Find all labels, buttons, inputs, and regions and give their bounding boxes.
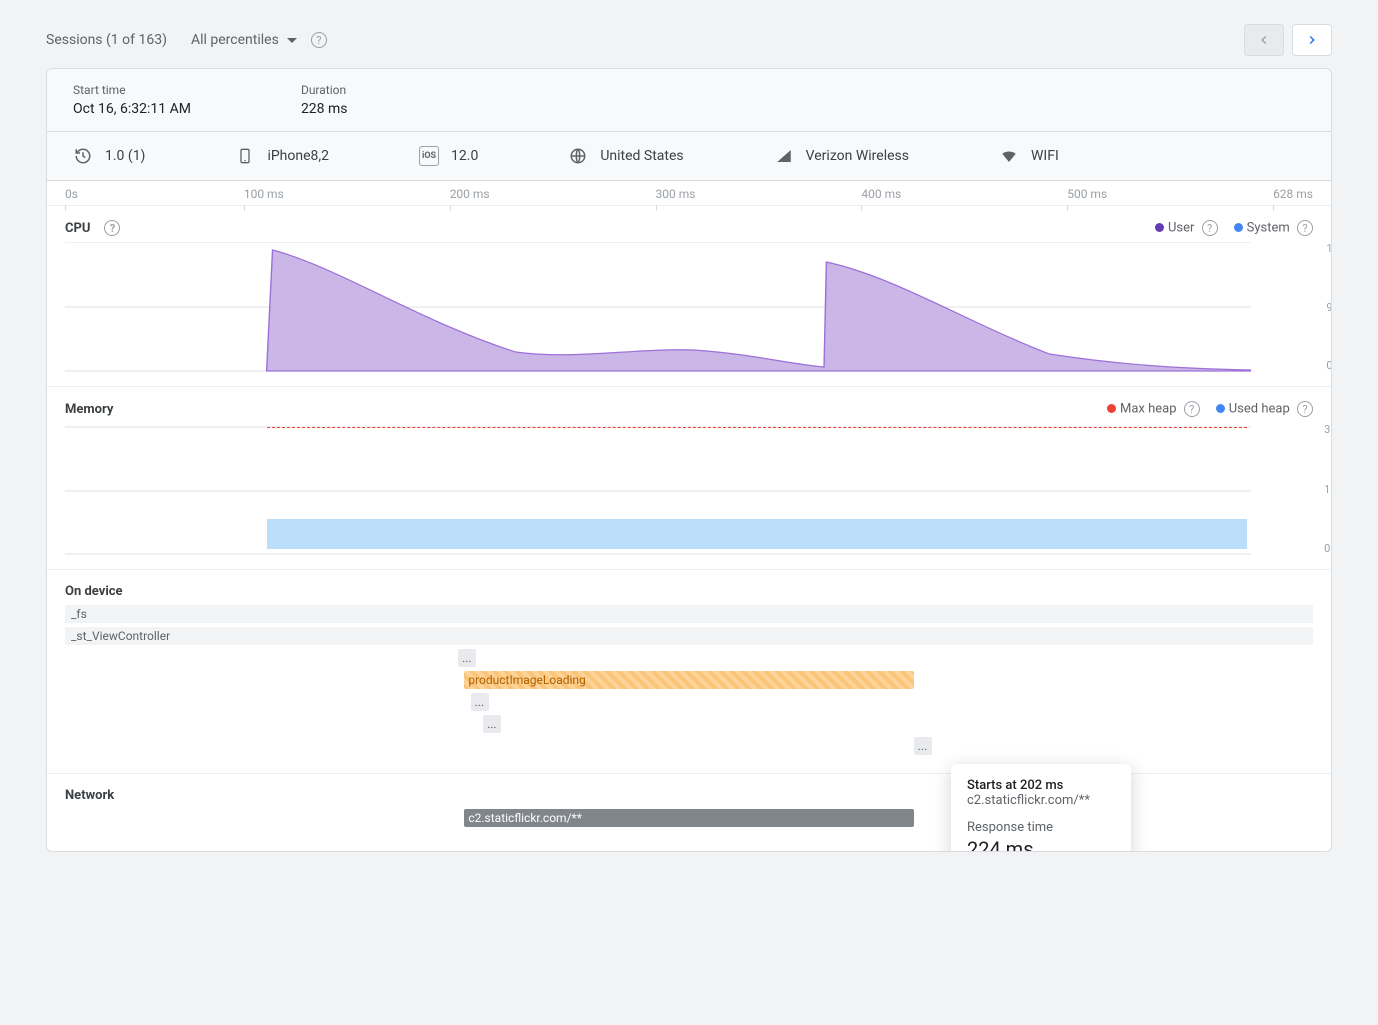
tooltip-starts: Starts at 202 ms (967, 778, 1115, 793)
network-tooltip: Starts at 202 ms c2.staticflickr.com/** … (951, 764, 1131, 852)
history-icon (73, 146, 93, 166)
ondevice-title: On device (65, 584, 123, 599)
legend-dot-usedheap (1216, 404, 1225, 413)
meta-network: WIFI (999, 146, 1059, 166)
span-ellipsis[interactable]: ... (483, 715, 501, 733)
cpu-ylabel-mid: 95.73% (1326, 301, 1332, 314)
legend-maxheap: Max heap (1120, 402, 1177, 417)
network-title: Network (65, 788, 114, 803)
start-time-label: Start time (73, 83, 191, 97)
timeline-ruler: 0s 100 ms 200 ms 300 ms 400 ms 500 ms 62… (47, 181, 1331, 206)
phone-icon (235, 146, 255, 166)
next-button[interactable] (1292, 24, 1332, 56)
span-ellipsis[interactable]: ... (471, 693, 489, 711)
timeline-tick: 100 ms (244, 187, 284, 201)
mem-ylabel-top: 38.83 MB (1324, 423, 1332, 436)
legend-user: User (1168, 221, 1194, 236)
help-icon[interactable]: ? (1297, 401, 1313, 417)
card-header: Start time Oct 16, 6:32:11 AM Duration 2… (47, 69, 1331, 132)
timeline-tick: 0s (65, 187, 78, 201)
signal-icon (774, 146, 794, 166)
wifi-icon (999, 146, 1019, 166)
help-icon[interactable]: ? (1297, 220, 1313, 236)
duration-value: 228 ms (301, 101, 348, 117)
meta-country: United States (568, 146, 683, 166)
memory-section: Memory Max heap ? Used heap ? (47, 387, 1331, 570)
help-icon[interactable]: ? (1184, 401, 1200, 417)
meta-device: iPhone8,2 (235, 146, 329, 166)
help-icon[interactable]: ? (1202, 220, 1218, 236)
meta-row: 1.0 (1) iPhone8,2 iOS 12.0 United States (47, 132, 1331, 181)
cpu-chart (65, 242, 1251, 372)
chevron-down-icon (287, 38, 297, 43)
timeline-tick: 200 ms (450, 187, 490, 201)
help-icon[interactable]: ? (104, 220, 120, 236)
topbar: Sessions (1 of 163) All percentiles ? (46, 24, 1332, 56)
percentiles-label: All percentiles (191, 32, 279, 48)
legend-dot-maxheap (1107, 404, 1116, 413)
trace-row-viewcontroller[interactable]: _st_ViewController (65, 627, 1313, 645)
session-card: Start time Oct 16, 6:32:11 AM Duration 2… (46, 68, 1332, 852)
globe-icon (568, 146, 588, 166)
help-icon[interactable]: ? (311, 32, 327, 48)
memory-title: Memory (65, 402, 113, 417)
cpu-section: CPU ? User ? System ? (47, 206, 1331, 387)
timeline-tick: 300 ms (656, 187, 696, 201)
tooltip-url: c2.staticflickr.com/** (967, 793, 1115, 808)
percentiles-dropdown[interactable]: All percentiles (191, 32, 297, 48)
ondevice-section: On device _fs _st_ViewController ... pro… (47, 570, 1331, 774)
memory-max-line (267, 427, 1247, 428)
cpu-title: CPU (65, 221, 90, 236)
network-section: Network c2.staticflickr.com/** Starts at… (47, 774, 1331, 851)
ios-icon: iOS (419, 146, 439, 166)
timeline-tick: 628 ms (1273, 187, 1313, 201)
cpu-ylabel-bot: 0% (1326, 359, 1332, 372)
memory-used-area (267, 519, 1247, 549)
legend-dot-system (1234, 223, 1243, 232)
timeline-tick: 400 ms (861, 187, 901, 201)
timeline-tick: 500 ms (1067, 187, 1107, 201)
meta-os: iOS 12.0 (419, 146, 478, 166)
span-ellipsis[interactable]: ... (914, 737, 932, 755)
meta-version: 1.0 (1) (73, 146, 145, 166)
span-ellipsis[interactable]: ... (458, 649, 476, 667)
legend-usedheap: Used heap (1229, 402, 1290, 417)
tooltip-rt-label: Response time (967, 820, 1115, 835)
span-network-request[interactable]: c2.staticflickr.com/** (464, 809, 913, 827)
sessions-label: Sessions (1 of 163) (46, 32, 167, 48)
span-product-image-loading[interactable]: productImageLoading (464, 671, 913, 689)
trace-row-fs[interactable]: _fs (65, 605, 1313, 623)
tooltip-rt-value: 224 ms (967, 837, 1115, 852)
memory-chart (65, 423, 1251, 555)
legend-system: System (1247, 221, 1290, 236)
cpu-ylabel-top: 191.46 % (1326, 242, 1332, 255)
meta-carrier: Verizon Wireless (774, 146, 909, 166)
mem-ylabel-bot: 0B (1324, 542, 1332, 555)
start-time-value: Oct 16, 6:32:11 AM (73, 101, 191, 117)
prev-button[interactable] (1244, 24, 1284, 56)
legend-dot-user (1155, 223, 1164, 232)
duration-label: Duration (301, 83, 348, 97)
mem-ylabel-mid: 19.41 MB (1324, 483, 1332, 496)
